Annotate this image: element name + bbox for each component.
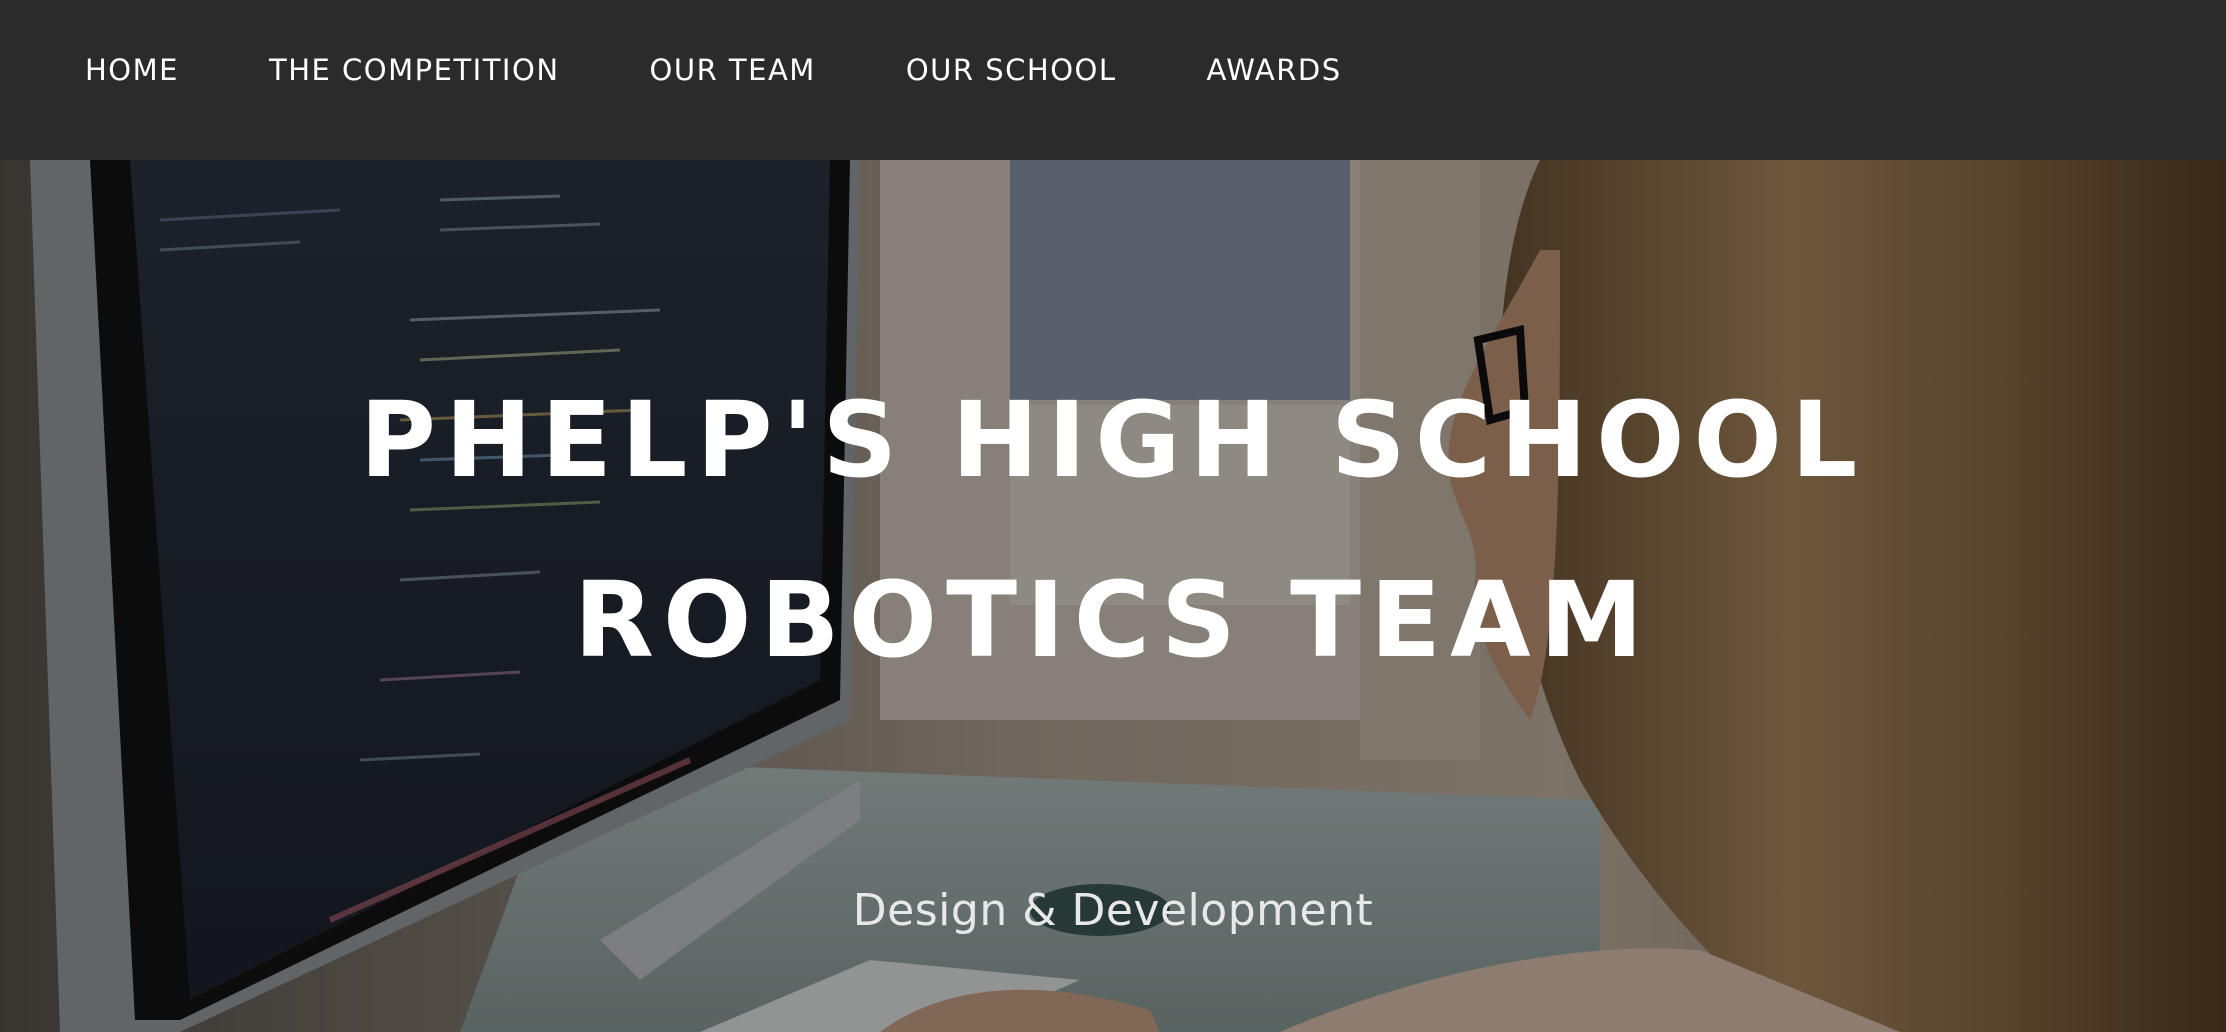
hero-banner: PHELP'S HIGH SCHOOL ROBOTICS TEAM Design… [0,160,2226,1032]
nav-link-awards[interactable]: AWARDS [1207,53,1342,87]
hero-title: PHELP'S HIGH SCHOOL ROBOTICS TEAM [0,350,2226,710]
hero-content: PHELP'S HIGH SCHOOL ROBOTICS TEAM Design… [0,160,2226,1032]
hero-subtitle: Design & Development [852,885,1374,936]
top-navbar: HOME THE COMPETITION OUR TEAM OUR SCHOOL… [0,0,2226,160]
hero-title-line-1: PHELP'S HIGH SCHOOL [359,379,1867,501]
hero-title-line-2: ROBOTICS TEAM [573,559,1653,681]
nav-link-our-school[interactable]: OUR SCHOOL [906,53,1117,87]
nav-link-the-competition[interactable]: THE COMPETITION [269,53,560,87]
nav-link-our-team[interactable]: OUR TEAM [650,53,816,87]
nav-link-home[interactable]: HOME [85,53,179,87]
